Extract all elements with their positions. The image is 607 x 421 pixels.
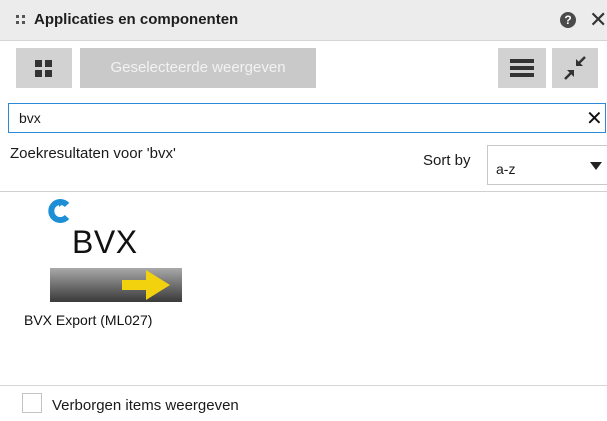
results-heading: Zoekresultaten voor 'bvx': [10, 145, 176, 162]
result-caption: BVX Export (ML027): [24, 312, 153, 328]
collapse-icon: [564, 56, 586, 80]
title-bar: Applicaties en componenten ? ✕: [0, 0, 607, 41]
divider: [0, 191, 607, 192]
grid-view-button[interactable]: [16, 48, 72, 88]
sort-by-label: Sort by: [423, 152, 471, 169]
search-box: ✕: [8, 103, 606, 133]
panel-title: Applicaties en componenten: [34, 11, 239, 28]
list-view-button[interactable]: [498, 48, 546, 88]
chevron-down-icon: [590, 162, 602, 170]
arrow-right-icon: [122, 270, 170, 300]
search-input[interactable]: [19, 109, 559, 127]
show-selected-button[interactable]: Geselecteerde weergeven: [80, 48, 316, 88]
divider: [0, 385, 607, 386]
app-logo-text: BVX: [72, 224, 138, 260]
app-logo-icon: [48, 199, 70, 223]
show-hidden-label[interactable]: Verborgen items weergeven: [52, 397, 239, 414]
show-hidden-checkbox[interactable]: [22, 393, 42, 413]
close-icon[interactable]: ✕: [589, 8, 607, 32]
clear-icon[interactable]: ✕: [586, 106, 603, 131]
sort-value: a-z: [496, 161, 516, 177]
result-item[interactable]: BVX BVX Export (ML027): [20, 196, 220, 336]
components-panel: Applicaties en componenten ? ✕ Geselecte…: [0, 0, 607, 421]
collapse-button[interactable]: [552, 48, 598, 88]
question-icon[interactable]: ?: [560, 12, 576, 28]
app-banner: [50, 268, 182, 302]
grip-icon[interactable]: [16, 15, 28, 27]
sort-dropdown[interactable]: a-z: [487, 145, 607, 185]
